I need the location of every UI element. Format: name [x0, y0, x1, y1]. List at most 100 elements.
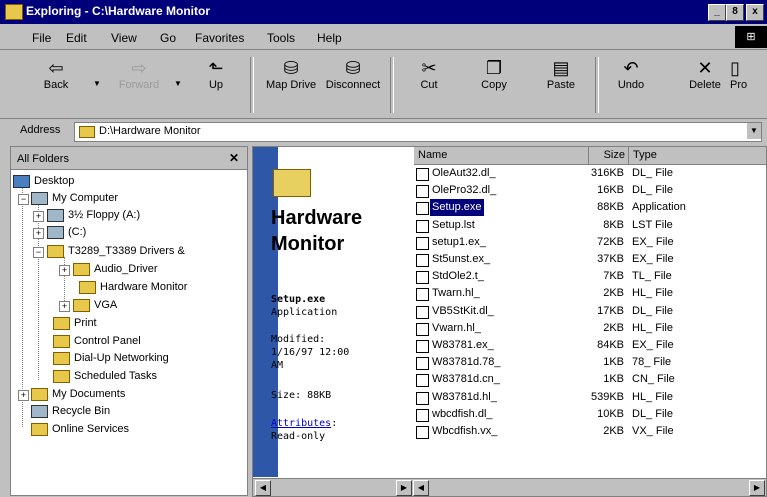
column-header-size[interactable]: Size	[589, 147, 629, 164]
file-name: OlePro32.dl_	[432, 184, 497, 197]
file-icon	[416, 219, 429, 233]
file-row[interactable]: OleAut32.dl_ 316KB DL_ File	[414, 165, 767, 182]
file-row[interactable]: Setup.lst 8KB LST File	[414, 217, 767, 234]
close-icon[interactable]: ✕	[229, 151, 239, 165]
file-row[interactable]: Wbcdfish.vx_ 2KB VX_ File	[414, 423, 767, 440]
map-drive-icon: ⛁	[283, 58, 299, 78]
tree-item-scheduled-tasks[interactable]: Scheduled Tasks	[53, 368, 157, 385]
tree-item-cd-drive[interactable]: T3289_T3389 Drivers &	[47, 243, 185, 260]
file-row[interactable]: Setup.exe 88KB Application	[414, 199, 767, 217]
menu-favorites[interactable]: Favorites	[195, 31, 244, 45]
collapse-icon[interactable]: −	[18, 194, 29, 205]
collapse-icon[interactable]: −	[33, 247, 44, 258]
paste-button[interactable]: ▤ Paste	[530, 57, 592, 91]
expand-icon[interactable]: +	[33, 228, 44, 239]
up-button[interactable]: ⬑ Up	[185, 57, 247, 91]
file-name: OleAut32.dl_	[432, 167, 496, 179]
attributes-link[interactable]: Attributes	[271, 418, 331, 429]
scroll-right-icon[interactable]: ▶	[749, 480, 765, 496]
file-row[interactable]: Vwarn.hl_ 2KB HL_ File	[414, 320, 767, 337]
column-header-type[interactable]: Type	[629, 147, 767, 164]
file-row[interactable]: OlePro32.dl_ 16KB DL_ File	[414, 182, 767, 199]
delete-button[interactable]: ✕ Delete	[674, 57, 736, 91]
file-row[interactable]: Twarn.hl_ 2KB HL_ File	[414, 285, 767, 302]
close-button[interactable]: x	[746, 4, 764, 21]
cut-button[interactable]: ✂ Cut	[398, 57, 460, 91]
file-type: DL_ File	[632, 304, 673, 317]
tree-label: VGA	[94, 299, 118, 311]
modified-value: 1/16/97 12:00	[271, 347, 350, 358]
tree-item-recycle-bin[interactable]: Recycle Bin	[31, 403, 110, 420]
menu-view[interactable]: View	[111, 31, 137, 45]
file-row[interactable]: W83781.ex_ 84KB EX_ File	[414, 337, 767, 354]
file-size: Size: 88KB	[271, 390, 332, 401]
menu-tools[interactable]: Tools	[267, 31, 295, 45]
tree-item-control-panel[interactable]: Control Panel	[53, 333, 141, 350]
tree-item-desktop[interactable]: Desktop	[13, 173, 74, 190]
tree-item-hardware-monitor[interactable]: Hardware Monitor	[79, 279, 187, 296]
file-type: CN_ File	[632, 373, 675, 386]
expand-icon[interactable]: +	[59, 265, 70, 276]
forward-arrow-icon: ⇨	[131, 58, 147, 78]
forward-dropdown-icon[interactable]: ▼	[174, 79, 182, 88]
horizontal-scrollbar[interactable]: ◀ ▶ ◀ ▶	[253, 478, 766, 496]
scroll-right-icon[interactable]: ▶	[396, 480, 412, 496]
undo-button[interactable]: ↶ Undo	[600, 57, 662, 91]
file-row[interactable]: wbcdfish.dl_ 10KB DL_ File	[414, 406, 767, 423]
tree-item-dial-up[interactable]: Dial-Up Networking	[53, 350, 169, 367]
forward-button[interactable]: ⇨ Forward	[108, 57, 170, 91]
file-name: Setup.lst	[432, 218, 475, 231]
copy-button[interactable]: ❐ Copy	[463, 57, 525, 91]
file-row[interactable]: setup1.ex_ 72KB EX_ File	[414, 234, 767, 251]
file-row[interactable]: W83781d.cn_ 1KB CN_ File	[414, 371, 767, 388]
expand-icon[interactable]: +	[59, 301, 70, 312]
disconnect-button[interactable]: ⛁ Disconnect	[322, 57, 384, 91]
file-type: EX_ File	[632, 339, 674, 351]
tree-item-my-documents[interactable]: My Documents	[31, 386, 125, 403]
file-icon	[416, 168, 429, 181]
chevron-down-icon[interactable]: ▼	[747, 123, 761, 139]
file-icon	[416, 305, 429, 319]
menu-go[interactable]: Go	[160, 31, 176, 45]
address-input[interactable]: D:\Hardware Monitor ▼	[74, 122, 762, 142]
selected-file-type: Application	[271, 307, 338, 318]
map-drive-button[interactable]: ⛁ Map Drive	[260, 57, 322, 91]
minimize-button[interactable]: _	[708, 4, 726, 21]
tree-item-audio-driver[interactable]: Audio_Driver	[73, 261, 158, 278]
back-button[interactable]: ⇦ Back	[25, 57, 87, 91]
expand-icon[interactable]: +	[18, 390, 29, 401]
scroll-left-icon[interactable]: ◀	[413, 480, 429, 496]
folder-icon	[31, 422, 48, 436]
file-icon	[416, 202, 429, 216]
maximize-button[interactable]: 8	[726, 4, 744, 21]
tree-label: Audio_Driver	[94, 263, 158, 275]
file-type: HL_ File	[632, 390, 673, 403]
scroll-left-icon[interactable]: ◀	[255, 480, 271, 496]
file-row[interactable]: W83781d.hl_ 539KB HL_ File	[414, 389, 767, 406]
tree-item-online-services[interactable]: Online Services	[31, 421, 129, 438]
modified-ampm: AM	[271, 360, 284, 371]
menu-help[interactable]: Help	[317, 31, 342, 45]
tree-item-c-drive[interactable]: (C:)	[47, 224, 86, 241]
column-header-name[interactable]: Name	[414, 147, 589, 164]
tree-item-floppy[interactable]: 3½ Floppy (A:)	[47, 207, 140, 224]
file-row[interactable]: W83781d.78_ 1KB 78_ File	[414, 354, 767, 371]
file-type: Application	[632, 201, 686, 214]
file-name: W83781d.cn_	[432, 373, 500, 386]
file-size: 17KB	[597, 304, 624, 317]
back-dropdown-icon[interactable]: ▼	[93, 79, 101, 88]
menu-file[interactable]: File	[32, 31, 51, 45]
file-size: 37KB	[597, 253, 624, 265]
tree-item-vga[interactable]: VGA	[73, 297, 117, 314]
tree-item-my-computer[interactable]: My Computer	[31, 190, 118, 207]
map-drive-label: Map Drive	[265, 79, 317, 91]
attributes-row: Attributes:	[271, 418, 338, 429]
file-row[interactable]: StdOle2.t_ 7KB TL_ File	[414, 268, 767, 285]
file-row[interactable]: VB5StKit.dl_ 17KB DL_ File	[414, 303, 767, 320]
properties-icon: ▯	[730, 58, 740, 78]
tree-item-print[interactable]: Print	[53, 315, 97, 332]
menu-edit[interactable]: Edit	[66, 31, 87, 45]
properties-button[interactable]: ▯ Pro	[730, 57, 767, 91]
file-row[interactable]: St5unst.ex_ 37KB EX_ File	[414, 251, 767, 268]
expand-icon[interactable]: +	[33, 211, 44, 222]
